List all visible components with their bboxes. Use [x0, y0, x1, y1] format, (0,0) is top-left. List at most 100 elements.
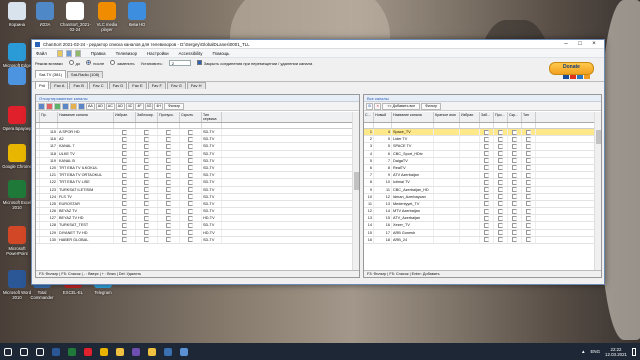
row-checkbox[interactable]	[498, 194, 503, 200]
table-row[interactable]: 9 11 CBC_Azerbaijan_HD	[364, 186, 594, 194]
row-checkbox[interactable]	[526, 165, 531, 171]
row-checkbox[interactable]	[526, 187, 531, 192]
row-checkbox[interactable]	[484, 230, 489, 236]
table-row[interactable]: 4 6 CBC_Sport_HDtv	[364, 150, 594, 158]
row-checkbox[interactable]	[188, 201, 193, 207]
row-checkbox[interactable]	[512, 172, 517, 178]
row-checkbox[interactable]	[526, 129, 531, 135]
row-checkbox[interactable]	[526, 230, 531, 236]
tab-fav-7[interactable]: Fav G	[166, 82, 186, 89]
donate-button[interactable]: Donate	[549, 62, 594, 75]
row-checkbox[interactable]	[498, 172, 503, 178]
right-col-1[interactable]: Новый	[374, 112, 392, 122]
total-commander-icon[interactable]	[160, 343, 176, 360]
desktop-icon-10[interactable]: Microsoft PowerPoint	[2, 226, 32, 256]
table-row[interactable]: 122 TRT EBA TV LISE SD-TV	[36, 179, 352, 187]
row-checkbox[interactable]	[498, 165, 503, 171]
right-col-7[interactable]: Скр...	[508, 112, 522, 122]
row-checkbox[interactable]	[188, 165, 193, 171]
chrome-icon[interactable]	[96, 343, 112, 360]
row-checkbox[interactable]	[484, 222, 489, 228]
open-icon[interactable]	[56, 49, 63, 57]
desktop-icon-7[interactable]: Opera Браузер	[2, 106, 32, 131]
search-icon[interactable]	[16, 343, 32, 360]
menu-settings[interactable]: Настройки	[147, 51, 169, 56]
row-checkbox[interactable]	[188, 237, 193, 243]
desktop-icon-9[interactable]: Microsoft Excel 2010	[2, 180, 32, 210]
row-checkbox[interactable]	[498, 158, 503, 164]
row-checkbox[interactable]	[484, 201, 489, 207]
row-checkbox[interactable]	[512, 158, 517, 164]
table-row[interactable]: 124 FLS TV SD-TV	[36, 193, 352, 201]
tab-sat-radio[interactable]: Sat-Radio (108)	[66, 71, 104, 78]
table-row[interactable]: 127 BEYAZ TV HD HD-TV	[36, 215, 352, 223]
table-row[interactable]: 117 KANAL 7 SD-TV	[36, 143, 352, 151]
save-icon[interactable]	[65, 49, 72, 57]
taskview-icon[interactable]	[32, 343, 48, 360]
row-checkbox[interactable]	[188, 158, 193, 164]
row-checkbox[interactable]	[498, 129, 503, 135]
row-checkbox[interactable]	[526, 201, 531, 207]
row-checkbox[interactable]	[188, 143, 193, 149]
menu-help[interactable]: Помощь	[212, 51, 229, 56]
row-checkbox[interactable]	[526, 143, 531, 149]
table-row[interactable]: 1 4 Space_TV	[364, 129, 594, 137]
tab-fav-3[interactable]: Fav C	[88, 82, 108, 89]
table-row[interactable]: 3 5 SPACE TV	[364, 143, 594, 151]
radio-replace[interactable]: заменить	[110, 60, 135, 66]
row-checkbox[interactable]	[484, 129, 489, 135]
row-checkbox[interactable]	[512, 179, 517, 185]
row-checkbox[interactable]	[484, 158, 489, 164]
left-col-6[interactable]: Тип сервиса	[202, 112, 222, 122]
table-row[interactable]: 10 12 Idman_Azerbaycan	[364, 193, 594, 201]
desktop-icon-4[interactable]: Киви HD	[122, 2, 152, 27]
table-row[interactable]: 116 A2 SD-TV	[36, 136, 352, 144]
remove-icon[interactable]: ✕	[374, 102, 382, 110]
row-checkbox[interactable]	[144, 165, 149, 171]
row-checkbox[interactable]	[144, 237, 149, 243]
table-row[interactable]: 5 7 DalgaTV	[364, 157, 594, 165]
left-tool-icon-4[interactable]	[70, 102, 77, 110]
table-row[interactable]: 130 HABER GLOBAL SD-TV	[36, 236, 352, 244]
row-checkbox[interactable]	[144, 194, 149, 200]
row-checkbox[interactable]	[166, 222, 171, 228]
row-checkbox[interactable]	[166, 143, 171, 149]
left-col-3[interactable]: Заблокир.	[136, 112, 158, 122]
table-row[interactable]: 119 KANAL B SD-TV	[36, 157, 352, 165]
row-checkbox[interactable]	[144, 222, 149, 228]
table-row[interactable]: 115 A SPOR HD SD-TV	[36, 129, 352, 137]
row-checkbox[interactable]	[122, 165, 127, 171]
row-checkbox[interactable]	[166, 230, 171, 236]
row-checkbox[interactable]	[512, 194, 517, 200]
clock[interactable]: 22:22 12.03.2021	[605, 347, 627, 357]
row-checkbox[interactable]	[526, 179, 531, 185]
row-checkbox[interactable]	[526, 172, 531, 178]
left-tool-icon-5[interactable]	[78, 102, 85, 110]
notifications-icon[interactable]	[632, 347, 636, 356]
row-checkbox[interactable]	[122, 187, 127, 192]
row-checkbox[interactable]	[512, 208, 517, 214]
table-row[interactable]: 7 9 ATV Azerbaijan	[364, 172, 594, 180]
left-col-4[interactable]: Пропуск.	[158, 112, 180, 122]
row-checkbox[interactable]	[166, 151, 171, 157]
right-filter-button[interactable]: Фильтр	[421, 102, 442, 110]
tab-fav-5[interactable]: Fav E	[128, 82, 147, 89]
table-row[interactable]: 118 ULKE TV SD-TV	[36, 150, 352, 158]
row-checkbox[interactable]	[166, 187, 171, 192]
left-filter-button[interactable]: Фильтр	[164, 102, 185, 110]
row-checkbox[interactable]	[144, 179, 149, 185]
row-checkbox[interactable]	[122, 201, 127, 207]
row-checkbox[interactable]	[188, 179, 193, 185]
row-checkbox[interactable]	[144, 143, 149, 149]
radio-before[interactable]: до	[68, 60, 80, 66]
row-checkbox[interactable]	[122, 237, 127, 243]
row-checkbox[interactable]	[166, 165, 171, 171]
desktop-icon-6[interactable]	[2, 67, 32, 87]
row-checkbox[interactable]	[144, 230, 149, 236]
row-checkbox[interactable]	[122, 194, 127, 200]
row-checkbox[interactable]	[122, 143, 127, 149]
row-checkbox[interactable]	[484, 194, 489, 200]
chansort-icon[interactable]	[176, 343, 192, 360]
desktop-icon-5[interactable]: Microsoft Edge	[2, 43, 32, 68]
row-checkbox[interactable]	[166, 215, 171, 221]
